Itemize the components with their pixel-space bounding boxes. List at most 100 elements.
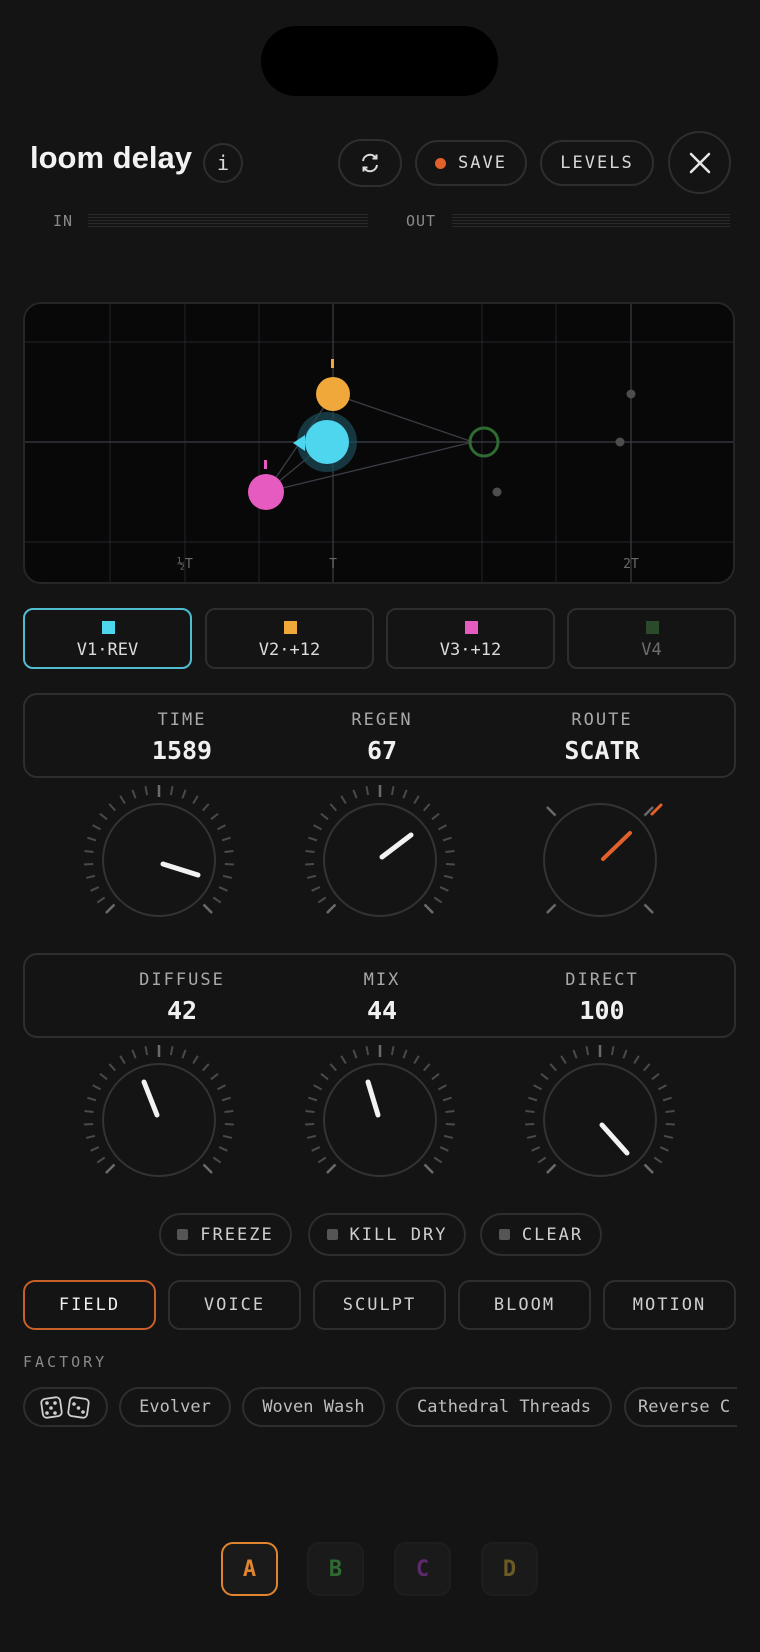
tab-motion[interactable]: MOTION (603, 1280, 736, 1330)
knob-tick (431, 1072, 440, 1081)
knob-tick (533, 1084, 543, 1091)
knob-tick (311, 886, 321, 892)
route-value: SCATR (564, 736, 640, 765)
knob-tick (308, 1096, 318, 1102)
voice-1-button[interactable]: V1·REV (23, 608, 192, 669)
voice-1-node[interactable] (305, 420, 349, 464)
diffuse-knob[interactable] (79, 1040, 239, 1200)
knob-tick (306, 874, 317, 879)
knob-tick (202, 1063, 210, 1072)
preset-chip[interactable]: Reverse C (624, 1387, 737, 1427)
slot-a-button[interactable]: A (221, 1542, 278, 1596)
preset-chip[interactable]: Woven Wash (242, 1387, 385, 1427)
mix-knob[interactable] (300, 1040, 460, 1200)
knob-tick (305, 1109, 315, 1114)
knob-tick (560, 1055, 567, 1065)
knob-tick (92, 824, 102, 831)
knob-tick (365, 1046, 370, 1056)
freeze-toggle[interactable]: FREEZE (159, 1213, 292, 1256)
info-icon: i (216, 151, 230, 175)
knob-tick (643, 903, 654, 914)
voice-4-swatch (646, 621, 659, 634)
save-button[interactable]: SAVE (415, 140, 527, 186)
knob-tick (85, 1134, 96, 1139)
knob-tick (390, 1046, 395, 1056)
tab-sculpt[interactable]: SCULPT (313, 1280, 446, 1330)
voice-4-button[interactable]: V4 (567, 608, 736, 669)
knob-tick (423, 1163, 434, 1174)
randomize-button[interactable] (23, 1387, 108, 1427)
knob-tick (222, 1134, 233, 1139)
knob-tick (317, 1156, 327, 1164)
knob-tick (212, 1156, 222, 1164)
freeze-indicator (177, 1229, 189, 1240)
voice-3-label: V3·+12 (439, 640, 502, 660)
regen-knob[interactable] (300, 780, 460, 940)
preset-chip[interactable]: Cathedral Threads (396, 1387, 612, 1427)
close-button[interactable] (668, 131, 731, 194)
output-meter-label: OUT (406, 212, 437, 230)
time-knob[interactable] (79, 780, 239, 940)
knob-tick (99, 812, 108, 821)
knob-tick (108, 803, 116, 812)
knob-tick (643, 1063, 651, 1072)
camera-notch (261, 26, 498, 96)
knob-tick (84, 1109, 94, 1114)
slot-b-button[interactable]: B (307, 1542, 364, 1596)
voice-3-swatch (465, 621, 478, 634)
knob-tick (169, 1046, 174, 1056)
info-button[interactable]: i (203, 143, 243, 183)
voice-2-tick (331, 359, 334, 368)
tab-field[interactable]: FIELD (23, 1280, 156, 1330)
slot-c-button[interactable]: C (394, 1542, 451, 1596)
knob-tick (210, 1072, 219, 1081)
knob-tick (352, 1049, 358, 1059)
delay-field-view[interactable]: ½T T 2T (23, 302, 735, 584)
freeze-label: FREEZE (200, 1224, 274, 1245)
knob-tick (305, 862, 315, 866)
voice-2-node[interactable] (316, 377, 350, 411)
sync-button[interactable] (338, 139, 402, 187)
knob-tick (585, 1046, 590, 1056)
knob-tick (84, 849, 94, 854)
knob-tick (313, 824, 323, 831)
knob-tick (445, 849, 455, 854)
knob-tick (222, 874, 233, 879)
knob-tick (85, 874, 96, 879)
voice-3-button[interactable]: V3·+12 (386, 608, 555, 669)
knob-tick (433, 896, 443, 904)
record-dot-icon (435, 157, 447, 169)
kill-dry-toggle[interactable]: KILL DRY (308, 1213, 466, 1256)
knob-tick (526, 1134, 537, 1139)
param-panel-bottom: DIFFUSE 42 MIX 44 DIRECT 100 (23, 953, 736, 1038)
knob-tick (610, 1046, 615, 1056)
dice-icon (39, 1396, 90, 1419)
knob-tick (537, 1156, 547, 1164)
levels-button[interactable]: LEVELS (540, 140, 654, 186)
route-knob[interactable] (520, 780, 680, 940)
tab-bloom[interactable]: BLOOM (458, 1280, 591, 1330)
voice-2-swatch (284, 621, 297, 634)
knob-tick (320, 812, 329, 821)
tab-voice[interactable]: VOICE (168, 1280, 301, 1330)
voice-2-button[interactable]: V2·+12 (205, 608, 374, 669)
knob-tick (433, 1156, 443, 1164)
knob-tick (423, 903, 434, 914)
voice-3-node[interactable] (248, 474, 284, 510)
knob-tick (218, 1146, 228, 1152)
knob-tick (119, 1055, 126, 1065)
field-point (615, 437, 625, 447)
direct-knob[interactable] (520, 1040, 680, 1200)
knob-tick (413, 1055, 420, 1065)
knob-tick (633, 1055, 640, 1065)
slot-d-button[interactable]: D (481, 1542, 538, 1596)
knob-tick (169, 786, 174, 796)
preset-chip[interactable]: Evolver (119, 1387, 231, 1427)
knob-tick (87, 836, 97, 842)
knob-tick (443, 1134, 454, 1139)
param-panel-top: TIME 1589 REGEN 67 ROUTE SCATR (23, 693, 736, 778)
clear-toggle[interactable]: CLEAR (480, 1213, 602, 1256)
knob-tick (131, 1049, 137, 1059)
knob-tick (659, 1146, 669, 1152)
knob-tick (224, 1109, 234, 1114)
